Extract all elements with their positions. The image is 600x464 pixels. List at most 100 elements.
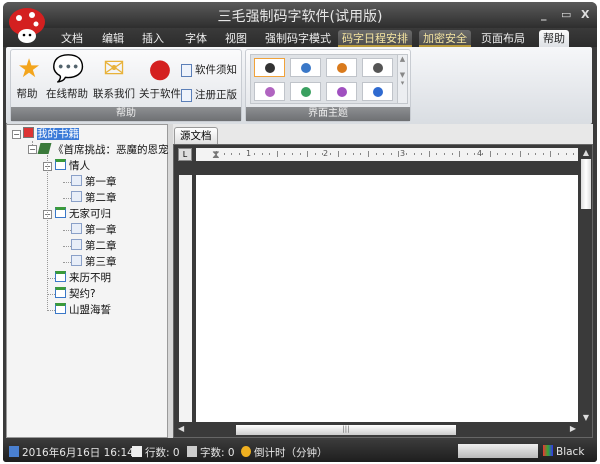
theme-orb-icon	[337, 87, 347, 97]
editor: L 1 2 3 4 ⧗ ▲ ▼ ◀ ||| ▶	[173, 144, 593, 438]
mushroom-icon: ●	[148, 54, 172, 84]
chapter-icon	[71, 239, 82, 250]
theme-swatch[interactable]	[362, 82, 393, 101]
tree-node[interactable]: 我的书籍	[23, 127, 79, 141]
ruler-tick	[444, 153, 445, 155]
volume-icon	[55, 271, 66, 282]
tree-node[interactable]: 第一章	[71, 175, 117, 189]
tree-node[interactable]: 契约?	[55, 287, 96, 301]
ruler-tick	[314, 153, 316, 155]
star-icon: ★	[17, 54, 41, 84]
theme-group: ▲ ▼ ▾ 界面主题	[245, 49, 411, 122]
palette-icon	[543, 445, 553, 456]
ruler-tick	[413, 153, 415, 155]
tree-node[interactable]: 第三章	[71, 255, 117, 269]
ruler-tick	[345, 153, 347, 155]
tab-forced-mode[interactable]: 强制码字模式	[261, 30, 335, 47]
help-group-label: 帮助	[11, 107, 241, 121]
ruler-tick	[489, 151, 491, 157]
close-button[interactable]: X	[581, 8, 589, 21]
indent-marker[interactable]: ⧗	[212, 148, 220, 162]
theme-swatch[interactable]	[326, 58, 357, 77]
ruler-tick	[307, 151, 309, 157]
tab-font[interactable]: 字体	[181, 30, 211, 47]
register-button[interactable]: 注册正版	[181, 87, 237, 102]
ruler-tick	[375, 153, 377, 155]
ruler-tick	[383, 153, 385, 155]
tree-node[interactable]: 第二章	[71, 191, 117, 205]
tab-document[interactable]: 文档	[57, 30, 87, 47]
tree-node[interactable]: 山盟海誓	[55, 303, 111, 317]
status-countdown[interactable]: 倒计时（分钟）	[241, 445, 328, 460]
theme-group-label: 界面主题	[246, 107, 410, 121]
tab-insert[interactable]: 插入	[138, 30, 168, 47]
tab-help[interactable]: 帮助	[539, 30, 569, 47]
about-button[interactable]: ● 关于软件	[139, 54, 181, 101]
envelope-icon: ✉	[103, 54, 125, 84]
ruler-tick	[254, 153, 255, 155]
chapter-icon	[71, 255, 82, 266]
horizontal-scrollbar[interactable]: ◀ ||| ▶	[176, 424, 578, 436]
book-tree: − 我的书籍 − 《首席挑战：恶魔的恩宠》 − 情人 第一章 第二章 − 无家可归 第一章 第二章 第三…	[6, 124, 179, 438]
tree-line	[47, 278, 55, 279]
chapter-icon	[71, 223, 82, 234]
tree-node[interactable]: 第二章	[71, 239, 117, 253]
countdown-progress	[458, 444, 538, 458]
theme-orb-icon	[301, 63, 311, 73]
tab-edit[interactable]: 编辑	[98, 30, 128, 47]
ruler-tick	[504, 153, 506, 155]
ruler-label: 1	[246, 149, 252, 158]
tree-node[interactable]: 情人	[55, 159, 90, 173]
tab-encryption[interactable]: 加密安全	[419, 30, 471, 47]
status-datetime: 2016年6月16日 16:14	[9, 445, 134, 460]
maximize-button[interactable]: ▭	[561, 8, 571, 21]
ruler-tick	[269, 153, 271, 155]
theme-swatch[interactable]	[254, 58, 285, 77]
collapse-toggle[interactable]: −	[28, 145, 37, 154]
contact-us-button[interactable]: ✉ 联系我们	[93, 54, 135, 101]
tab-schedule[interactable]: 码字日程安排	[338, 30, 412, 47]
ruler-tick	[368, 151, 369, 157]
tab-page-layout[interactable]: 页面布局	[477, 30, 529, 47]
vertical-scrollbar[interactable]: ▲ ▼	[580, 148, 592, 422]
minimize-button[interactable]: _	[541, 8, 547, 21]
ruler-tick	[497, 153, 499, 155]
app-window: 三毛强制码字软件(试用版) _ ▭ X 文档 编辑 插入 字体 视图 强制码字模…	[3, 2, 597, 462]
tree-line	[63, 230, 71, 231]
tree-node[interactable]: 《首席挑战：恶魔的恩宠》	[37, 143, 179, 157]
mushroom-logo-icon[interactable]	[7, 6, 47, 44]
theme-swatch[interactable]	[326, 82, 357, 101]
ruler-tick	[238, 153, 240, 155]
software-notice-button[interactable]: 软件须知	[181, 62, 237, 77]
ruler-tick	[276, 151, 278, 157]
ruler-tick	[520, 151, 521, 157]
online-help-button[interactable]: 💬 在线帮助	[46, 54, 88, 101]
tree-node[interactable]: 第一章	[71, 223, 117, 237]
tab-view[interactable]: 视图	[221, 30, 251, 47]
text-editor[interactable]	[196, 175, 578, 422]
calendar-icon	[9, 446, 19, 457]
theme-swatch[interactable]	[254, 82, 285, 101]
theme-selector[interactable]: Black	[543, 445, 584, 458]
status-bar: 2016年6月16日 16:14 行数: 0 字数: 0 倒计时（分钟） Bla…	[3, 440, 597, 462]
theme-swatch[interactable]	[290, 82, 321, 101]
tree-node[interactable]: 来历不明	[55, 271, 111, 285]
ruler-label: 2	[323, 149, 329, 158]
collapse-toggle[interactable]: −	[12, 130, 21, 139]
ruler-tick	[573, 153, 575, 155]
help-button[interactable]: ★ 帮助	[14, 54, 41, 101]
volume-icon	[55, 287, 66, 298]
ruler-tick	[436, 153, 438, 155]
chapter-icon	[71, 191, 82, 202]
tab-source-document[interactable]: 源文档	[174, 127, 218, 144]
document-area: 源文档 L 1 2 3 4 ⧗ ▲ ▼ ◀ ||| ▶	[173, 124, 593, 438]
ruler-tick	[231, 153, 233, 155]
theme-swatch[interactable]	[362, 58, 393, 77]
ruler-label: 3	[400, 149, 406, 158]
theme-gallery-scroll[interactable]: ▲ ▼ ▾	[397, 54, 408, 104]
ruler-tick	[459, 151, 461, 157]
horizontal-ruler[interactable]: 1 2 3 4 ⧗	[196, 148, 578, 161]
tab-stop-selector[interactable]: L	[178, 148, 192, 161]
tree-node[interactable]: 无家可归	[55, 207, 111, 221]
theme-swatch[interactable]	[290, 58, 321, 77]
